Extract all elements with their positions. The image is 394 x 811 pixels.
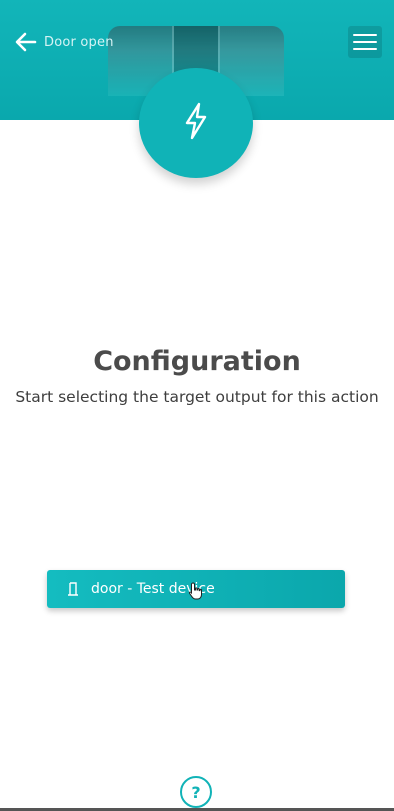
back-label: Door open <box>44 34 114 50</box>
lightning-bolt-icon <box>182 102 210 144</box>
help-button[interactable]: ? <box>180 776 212 808</box>
menu-button[interactable] <box>348 26 382 58</box>
page-title: Configuration <box>93 346 301 377</box>
help-circle-icon: ? <box>191 782 201 802</box>
page-subtitle: Start selecting the target output for th… <box>15 388 379 406</box>
hamburger-menu-icon <box>353 34 377 36</box>
hand-pointer-cursor-icon <box>188 582 204 604</box>
arrow-left-icon <box>14 30 38 54</box>
door-icon <box>67 582 79 596</box>
back-button[interactable]: Door open <box>14 30 114 54</box>
action-type-badge <box>139 68 253 178</box>
